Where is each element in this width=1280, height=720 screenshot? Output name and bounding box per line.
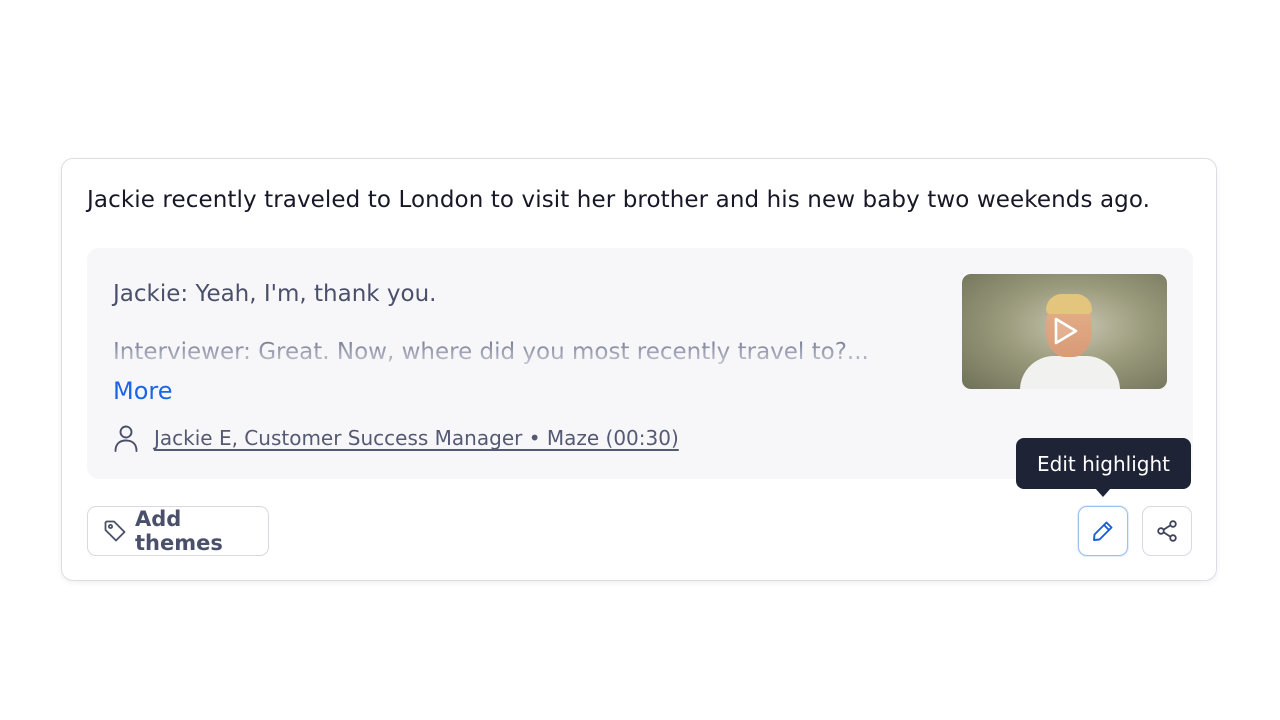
pencil-icon: [1091, 519, 1115, 543]
edit-highlight-button[interactable]: [1078, 506, 1128, 556]
tag-icon: [103, 519, 127, 543]
play-icon[interactable]: [1051, 316, 1079, 350]
attribution: Jackie E, Customer Success Manager • Maz…: [113, 424, 679, 452]
transcript-line-1: Jackie: Yeah, I'm, thank you.: [113, 281, 437, 307]
add-themes-button[interactable]: Add themes: [87, 506, 269, 556]
highlight-card: Jackie recently traveled to London to vi…: [61, 158, 1217, 581]
share-button[interactable]: [1142, 506, 1192, 556]
highlight-title: Jackie recently traveled to London to vi…: [87, 187, 1151, 213]
add-themes-label: Add themes: [135, 507, 223, 555]
more-link[interactable]: More: [113, 377, 173, 405]
person-icon: [113, 424, 139, 452]
transcript-line-2: Interviewer: Great. Now, where did you m…: [113, 339, 869, 365]
video-thumbnail[interactable]: [962, 274, 1167, 389]
edit-highlight-tooltip: Edit highlight: [1016, 438, 1191, 497]
share-icon: [1155, 519, 1179, 543]
attribution-link[interactable]: Jackie E, Customer Success Manager • Maz…: [154, 426, 679, 450]
